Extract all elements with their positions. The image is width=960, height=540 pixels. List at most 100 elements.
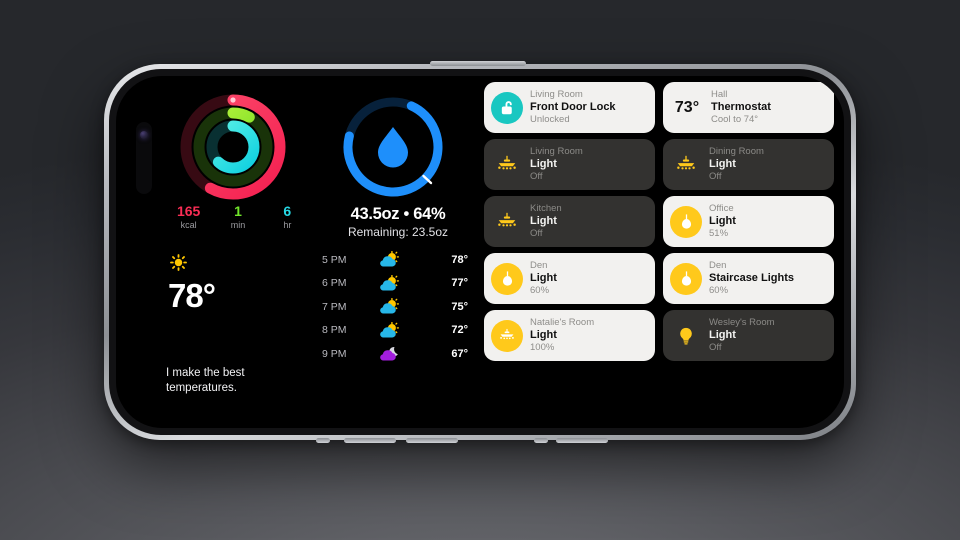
tile-state: 60%	[530, 285, 550, 296]
volume-down-button[interactable]	[406, 438, 458, 443]
lightbulb-icon	[670, 320, 702, 352]
forecast-temp: 72°	[451, 324, 468, 337]
sun-icon	[170, 254, 187, 271]
weather-widget[interactable]: 78°	[166, 254, 326, 314]
tile-name: Light	[530, 215, 557, 227]
water-forecast-column: 43.5oz • 64% Remaining: 23.5oz 5 PM 78° …	[322, 82, 470, 422]
chandelier-icon	[491, 149, 523, 181]
tile-room: Living Room	[530, 146, 583, 157]
tile-text: Dining Room Light Off	[709, 146, 764, 183]
volume-up-button[interactable]	[344, 438, 396, 443]
tile-kitchen-light[interactable]: Kitchen Light Off	[484, 196, 655, 247]
phone-device: 165 kcal 1 min 6 hr 78° I make the best …	[104, 61, 856, 443]
moon-behind-cloud-icon	[366, 345, 412, 362]
home-tiles-grid: Living Room Front Door Lock Unlocked 73°…	[484, 82, 834, 361]
tile-office-light[interactable]: Office Light 51%	[663, 196, 834, 247]
activity-rings-widget[interactable]	[172, 88, 294, 206]
tile-text: Living Room Light Off	[530, 146, 583, 183]
tile-wesleys-room-light[interactable]: Wesley's Room Light Off	[663, 310, 834, 361]
phone-screen[interactable]: 165 kcal 1 min 6 hr 78° I make the best …	[116, 76, 844, 428]
tile-state: 51%	[709, 228, 729, 239]
water-ring-svg	[343, 97, 443, 197]
silent-switch[interactable]	[316, 438, 330, 443]
tile-room: Living Room	[530, 89, 583, 100]
metric-stand-unit: hr	[283, 220, 292, 230]
tile-front-door-lock[interactable]: Living Room Front Door Lock Unlocked	[484, 82, 655, 133]
forecast-temp: 75°	[451, 300, 468, 313]
metric-exercise: 1 min	[213, 204, 262, 231]
tile-text: Hall Thermostat Cool to 74°	[711, 89, 771, 126]
sim-tray	[534, 438, 548, 443]
tile-room: Office	[709, 203, 734, 214]
forecast-temp: 78°	[451, 253, 468, 266]
water-headline: 43.5oz • 64%	[350, 205, 446, 223]
standby-dashboard: 165 kcal 1 min 6 hr 78° I make the best …	[116, 76, 844, 428]
power-button[interactable]	[430, 61, 526, 66]
tile-state: 60%	[709, 285, 729, 296]
tile-name: Front Door Lock	[530, 101, 616, 113]
forecast-row: 5 PM 78°	[322, 248, 472, 272]
activity-metrics: 165 kcal 1 min 6 hr	[164, 204, 312, 231]
water-remaining: Remaining: 23.5oz	[347, 225, 449, 239]
forecast-time: 5 PM	[322, 253, 347, 266]
tile-name: Light	[530, 158, 557, 170]
forecast-row: 8 PM 72°	[322, 319, 472, 343]
water-intake-widget[interactable]	[334, 88, 452, 206]
tile-den-staircase-lights[interactable]: Den Staircase Lights 60%	[663, 253, 834, 304]
tile-name: Thermostat	[711, 101, 771, 113]
pendant-lamp-icon	[491, 262, 523, 295]
tile-state: Off	[709, 342, 722, 353]
unlocked-padlock-icon	[491, 91, 523, 124]
water-drop-icon	[378, 127, 408, 168]
tile-state: Off	[530, 228, 543, 239]
activity-weather-column: 165 kcal 1 min 6 hr 78° I make the best …	[160, 82, 328, 422]
forecast-time: 8 PM	[322, 324, 347, 337]
tile-text: Kitchen Light Off	[530, 203, 562, 240]
forecast-row: 7 PM 75°	[322, 295, 472, 319]
forecast-row: 6 PM 77°	[322, 272, 472, 296]
metric-stand: 6 hr	[263, 204, 312, 231]
pendant-lamp-icon	[670, 205, 702, 238]
tile-state: Off	[709, 171, 722, 182]
tile-state: Off	[530, 171, 543, 182]
metric-move-unit: kcal	[180, 220, 197, 230]
tile-name: Light	[530, 329, 557, 341]
forecast-time: 9 PM	[322, 347, 347, 360]
tile-text: Natalie's Room Light 100%	[530, 317, 594, 354]
tile-living-room-light[interactable]: Living Room Light Off	[484, 139, 655, 190]
water-readout: 43.5oz • 64% Remaining: 23.5oz	[322, 204, 474, 240]
metric-move: 165 kcal	[164, 204, 213, 231]
tile-text: Den Staircase Lights 60%	[709, 260, 794, 297]
tile-text: Wesley's Room Light Off	[709, 317, 775, 354]
tile-name: Light	[709, 329, 736, 341]
tile-room: Dining Room	[709, 146, 764, 157]
metric-exercise-value: 1	[234, 203, 242, 219]
sun-behind-cloud-icon	[366, 251, 412, 268]
activity-rings-svg	[180, 94, 286, 200]
forecast-row: 9 PM 67°	[322, 342, 472, 366]
tile-text: Den Light 60%	[530, 260, 557, 297]
home-accessories-column: Living Room Front Door Lock Unlocked 73°…	[470, 82, 834, 422]
tile-name: Light	[709, 215, 736, 227]
tile-state: Unlocked	[530, 114, 570, 125]
metric-exercise-unit: min	[230, 220, 246, 230]
tile-room: Den	[709, 260, 727, 271]
weather-temperature: 78°	[168, 277, 216, 314]
hourly-forecast-list[interactable]: 5 PM 78° 6 PM 77° 7 PM 75° 8 PM 72° 9 PM…	[322, 248, 472, 366]
pendant-lamp-icon	[670, 262, 702, 295]
weather-quote: I make the best temperatures.	[166, 367, 245, 394]
tile-den-light[interactable]: Den Light 60%	[484, 253, 655, 304]
tile-natalies-room-light[interactable]: Natalie's Room Light 100%	[484, 310, 655, 361]
tile-room: Den	[530, 260, 548, 271]
forecast-time: 6 PM	[322, 277, 347, 290]
tile-text: Living Room Front Door Lock Unlocked	[530, 89, 616, 126]
tile-dining-room-light[interactable]: Dining Room Light Off	[663, 139, 834, 190]
sun-behind-cloud-icon	[366, 298, 412, 315]
side-button-extra[interactable]	[556, 438, 608, 443]
tile-thermostat[interactable]: 73° Hall Thermostat Cool to 74°	[663, 82, 834, 133]
tile-name: Light	[709, 158, 736, 170]
tile-name: Light	[530, 272, 557, 284]
tile-room: Kitchen	[530, 203, 562, 214]
sun-behind-cloud-icon	[366, 274, 412, 292]
tile-state: Cool to 74°	[711, 114, 759, 125]
